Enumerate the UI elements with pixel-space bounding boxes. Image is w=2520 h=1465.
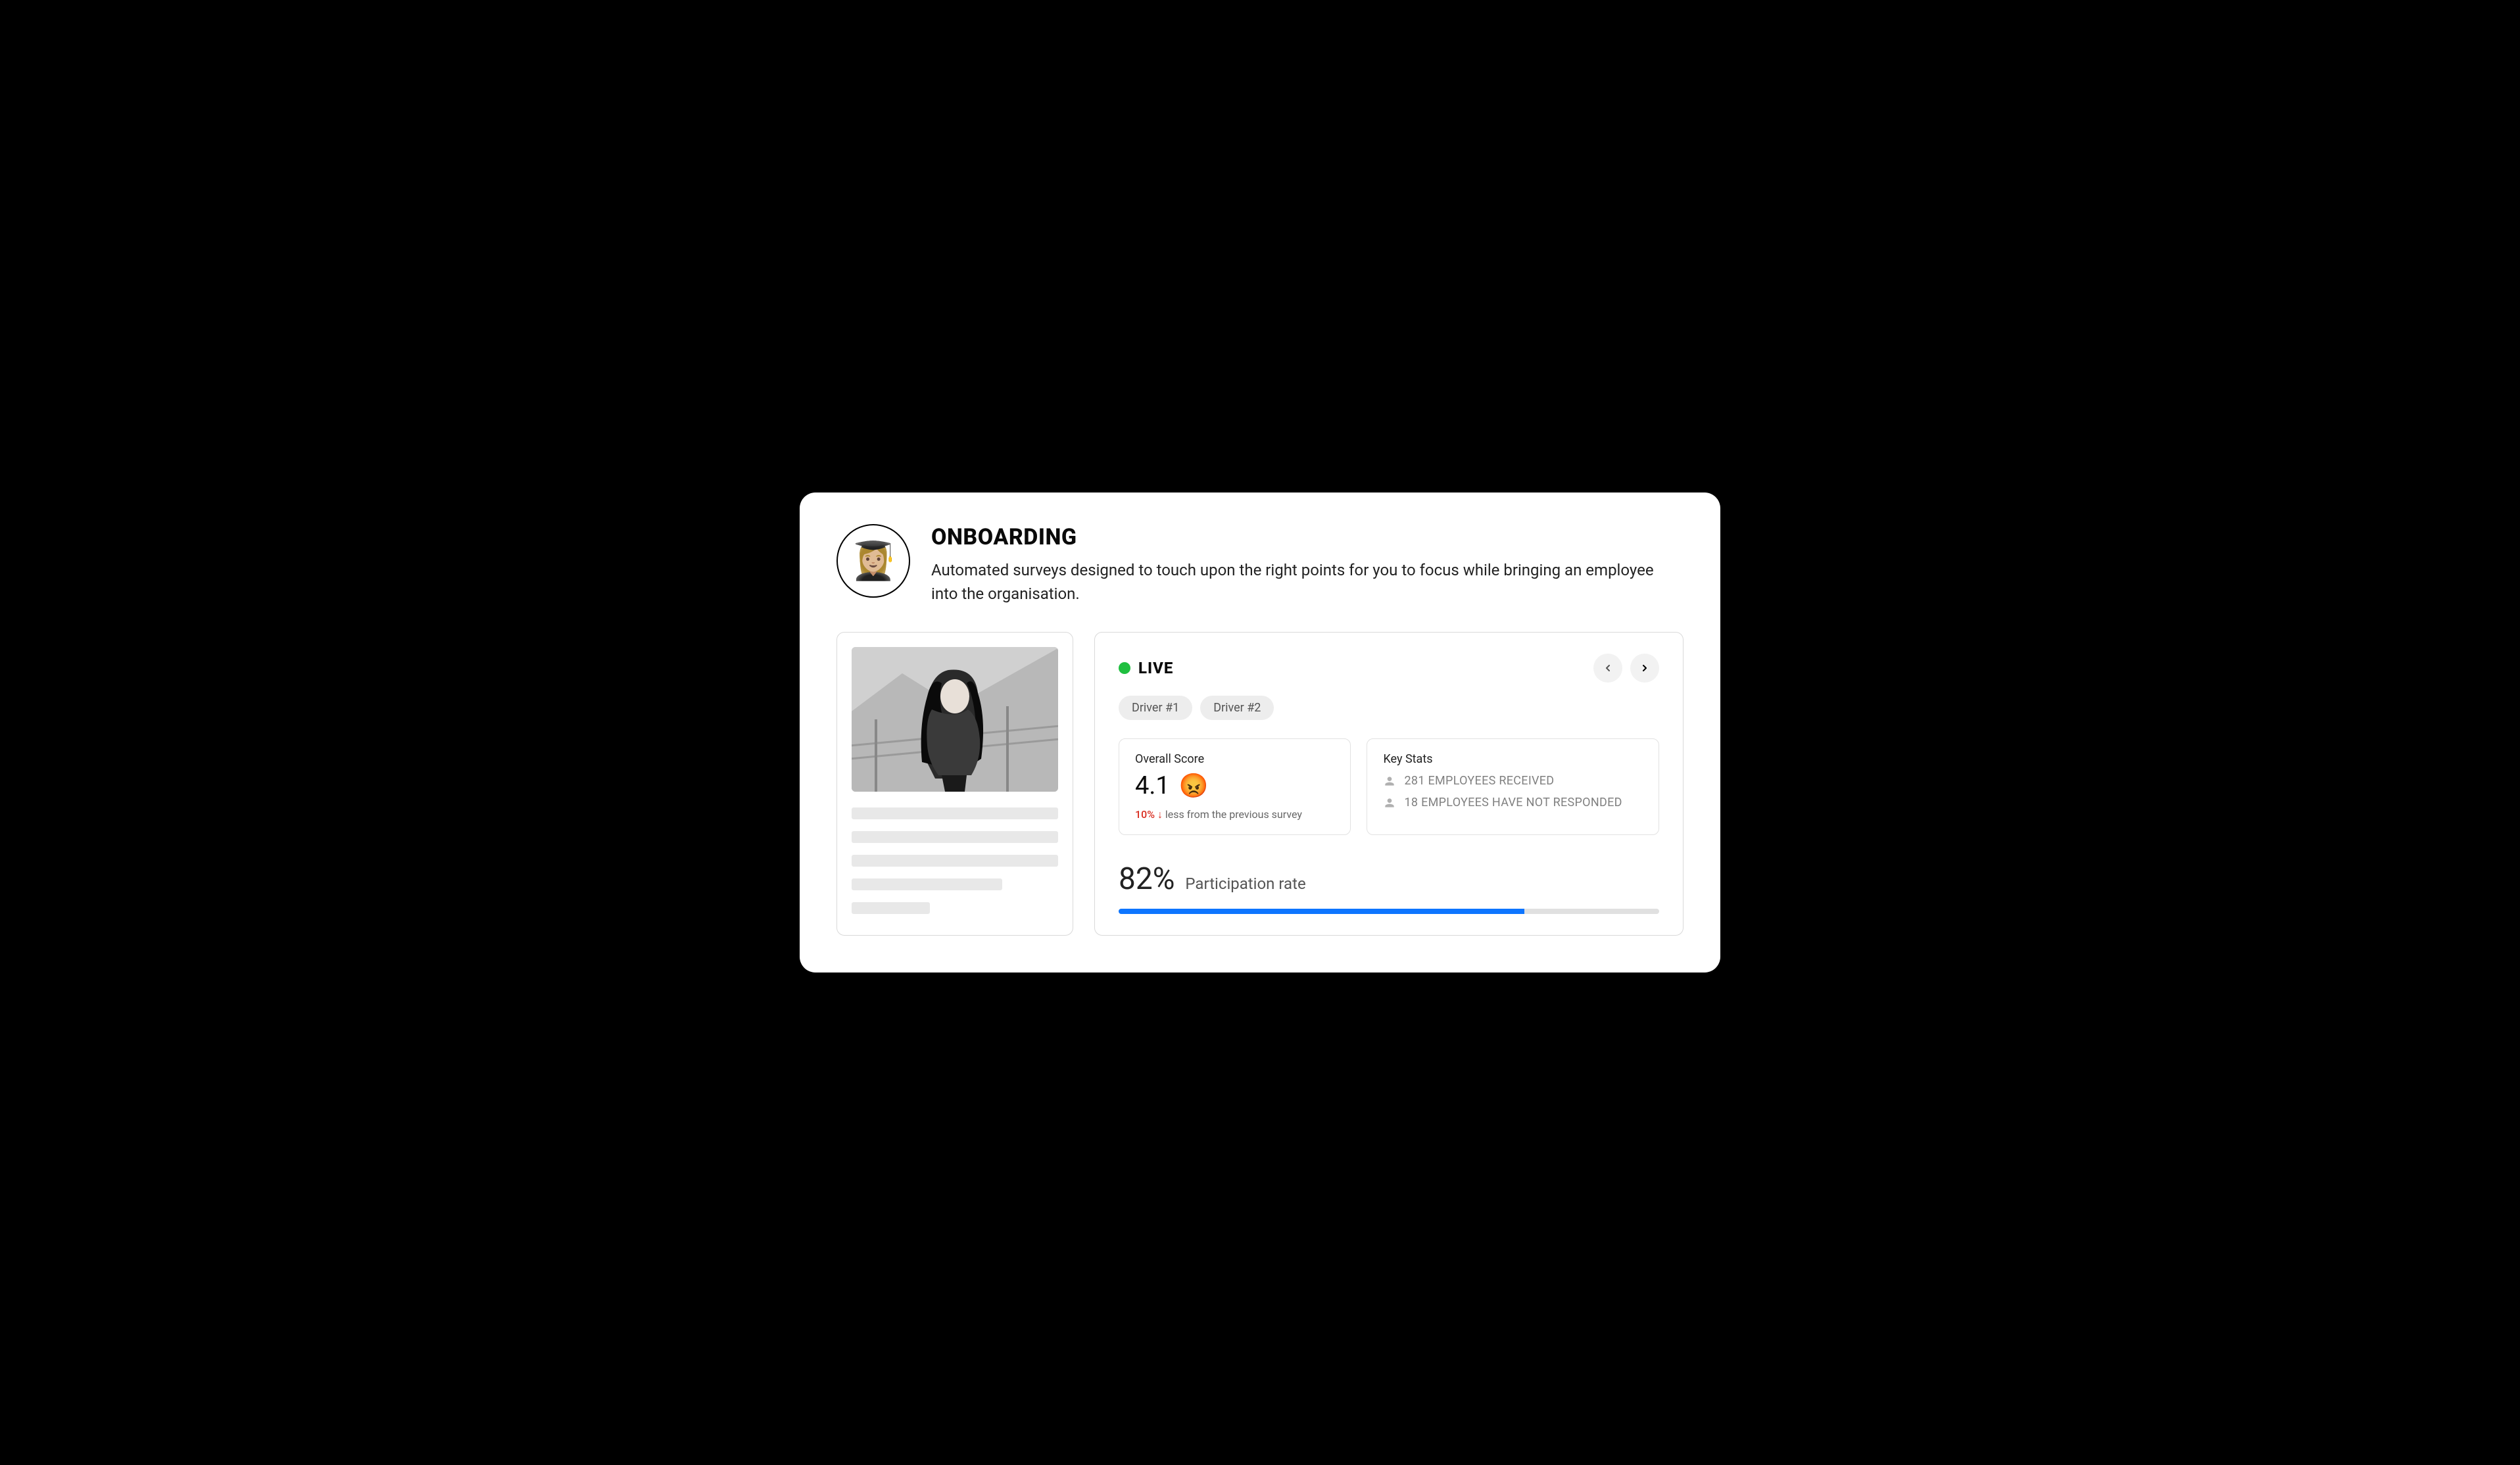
skeleton-line (852, 878, 1002, 890)
profile-photo (852, 647, 1058, 792)
header-text: ONBOARDING Automated surveys designed to… (931, 524, 1684, 606)
page-description: Automated surveys designed to touch upon… (931, 558, 1684, 606)
chevron-right-icon (1639, 663, 1650, 673)
skeleton-line (852, 807, 1058, 819)
angry-face-icon: 😡 (1179, 772, 1209, 800)
status-dot-icon (1119, 662, 1130, 674)
status-label: LIVE (1138, 659, 1173, 677)
survey-card: LIVE Driver #1 Driver #2 Overall Score (1094, 632, 1684, 936)
participation-section: 82% Participation rate (1119, 861, 1659, 914)
key-stat-received: 281 EMPLOYEES RECEIVED (1383, 774, 1643, 788)
participation-header: 82% Participation rate (1119, 861, 1659, 897)
key-stat-received-text: 281 EMPLOYEES RECEIVED (1404, 774, 1554, 788)
person-icon (1383, 775, 1396, 788)
overall-score-card: Overall Score 4.1 😡 10% ↓ less from the … (1119, 738, 1351, 835)
driver-chips: Driver #1 Driver #2 (1119, 696, 1659, 720)
score-delta: 10% ↓ less from the previous survey (1135, 808, 1334, 821)
key-stat-not-responded-text: 18 EMPLOYEES HAVE NOT RESPONDED (1404, 796, 1622, 809)
survey-header: LIVE (1119, 654, 1659, 683)
stats-row: Overall Score 4.1 😡 10% ↓ less from the … (1119, 738, 1659, 835)
next-button[interactable] (1630, 654, 1659, 683)
skeleton-line (852, 831, 1058, 843)
delta-text: less from the previous survey (1165, 808, 1302, 821)
prev-button[interactable] (1593, 654, 1622, 683)
arrow-down-icon: ↓ (1157, 808, 1165, 821)
key-stat-not-responded: 18 EMPLOYEES HAVE NOT RESPONDED (1383, 796, 1643, 809)
dashboard-card: 👩🏼‍🎓 ONBOARDING Automated surveys design… (800, 492, 1720, 973)
skeleton-line (852, 902, 930, 914)
header: 👩🏼‍🎓 ONBOARDING Automated surveys design… (836, 524, 1684, 606)
page-title: ONBOARDING (931, 524, 1684, 550)
participation-percent: 82% (1119, 861, 1175, 897)
chip-driver-2[interactable]: Driver #2 (1200, 696, 1274, 720)
key-stats-card: Key Stats 281 EMPLOYEES RECEIVED 18 EMPL… (1367, 738, 1659, 835)
nav-buttons (1593, 654, 1659, 683)
participation-progress-fill (1119, 909, 1524, 914)
status-indicator: LIVE (1119, 659, 1173, 677)
chevron-left-icon (1603, 663, 1613, 673)
content-row: LIVE Driver #1 Driver #2 Overall Score (836, 632, 1684, 936)
chip-driver-1[interactable]: Driver #1 (1119, 696, 1192, 720)
delta-percent: 10% (1135, 808, 1155, 821)
score-value: 4.1 (1135, 771, 1170, 800)
graduate-icon: 👩🏼‍🎓 (850, 539, 896, 583)
header-avatar: 👩🏼‍🎓 (836, 524, 910, 598)
score-row: 4.1 😡 (1135, 771, 1334, 800)
profile-card (836, 632, 1073, 936)
participation-label: Participation rate (1185, 875, 1305, 893)
overall-score-label: Overall Score (1135, 752, 1334, 766)
skeleton-line (852, 855, 1058, 867)
participation-progress-bar (1119, 909, 1659, 914)
key-stats-label: Key Stats (1383, 752, 1643, 766)
person-icon (1383, 796, 1396, 809)
